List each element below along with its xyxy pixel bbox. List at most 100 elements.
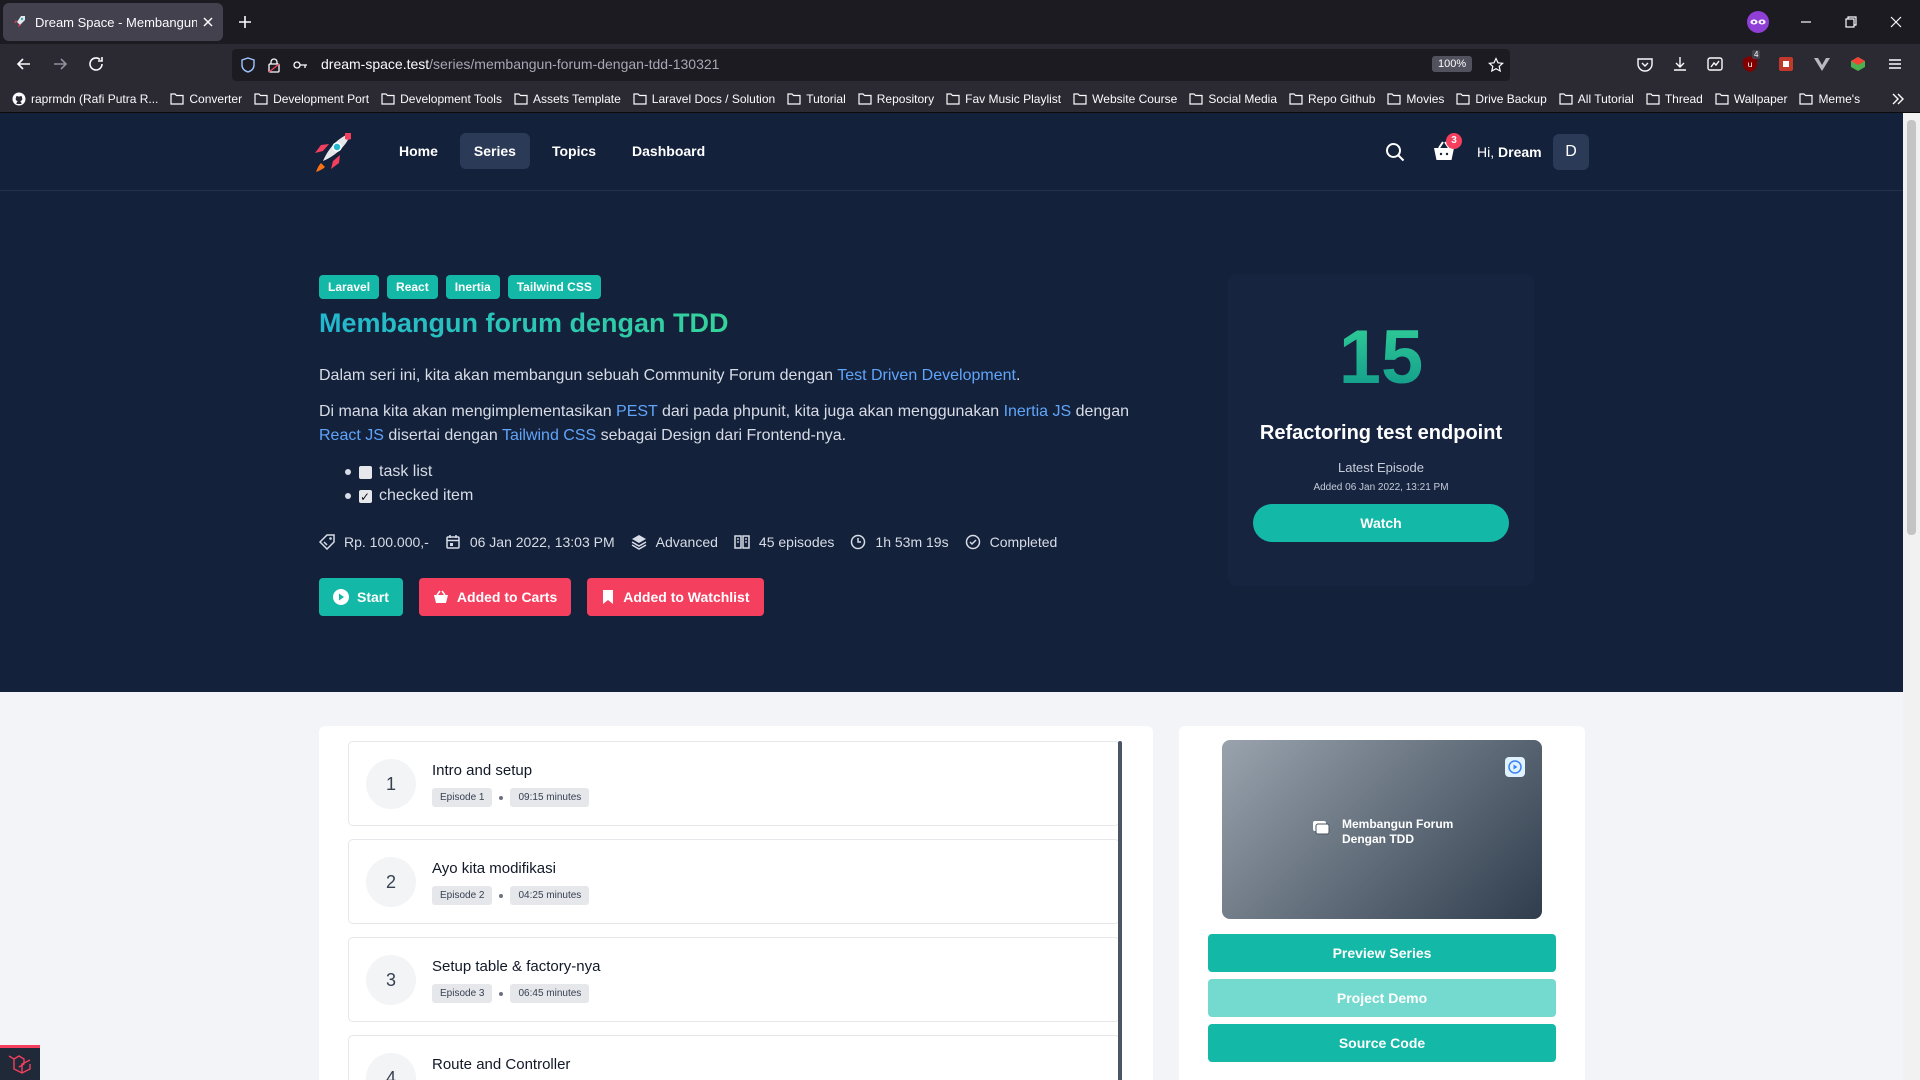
user-greeting[interactable]: Hi, Dream	[1477, 144, 1542, 160]
episode-list-card: 1 Intro and setup Episode 1 09:15 minutes…	[319, 726, 1153, 1080]
screenshot-extension-icon[interactable]	[1706, 55, 1724, 73]
series-title: Membangun forum dengan TDD	[319, 308, 729, 338]
preview-series-button[interactable]: Preview Series	[1208, 934, 1556, 972]
checkbox[interactable]	[359, 465, 372, 479]
bookmark-star-icon[interactable]	[1488, 57, 1504, 73]
search-icon[interactable]	[1384, 141, 1406, 163]
extension-red-icon[interactable]	[1777, 55, 1795, 73]
avatar[interactable]: D	[1553, 134, 1589, 170]
bookmark-folder[interactable]: Movies	[1387, 92, 1444, 106]
bookmark-folder[interactable]: Assets Template	[514, 92, 621, 106]
series-content: 1 Intro and setup Episode 1 09:15 minutes…	[0, 692, 1903, 1080]
episode-item[interactable]: 2 Ayo kita modifikasi Episode 2 04:25 min…	[348, 839, 1120, 924]
permissions-icon[interactable]	[292, 57, 308, 73]
bookmark-item[interactable]: raprmdn (Rafi Putra R...	[12, 92, 158, 106]
minimize-icon[interactable]	[1796, 12, 1816, 32]
episode-item[interactable]: 1 Intro and setup Episode 1 09:15 minutes	[348, 741, 1120, 826]
meta-status: Completed	[965, 534, 1057, 550]
react-devtools-icon[interactable]	[1849, 55, 1867, 73]
bookmark-folder[interactable]: Repository	[858, 92, 934, 106]
forward-icon[interactable]	[50, 54, 70, 74]
address-bar[interactable]: dream-space.test/series/membangun-forum-…	[232, 49, 1510, 81]
watch-button[interactable]: Watch	[1253, 504, 1509, 542]
nav-topics[interactable]: Topics	[538, 133, 610, 169]
bookmark-folder[interactable]: Repo Github	[1289, 92, 1375, 106]
bookmark-folder[interactable]: Converter	[170, 92, 242, 106]
vue-devtools-icon[interactable]	[1813, 55, 1831, 73]
added-to-carts-button[interactable]: Added to Carts	[418, 578, 572, 616]
bookmark-folder[interactable]: Fav Music Playlist	[946, 92, 1061, 106]
bookmark-folder[interactable]: Website Course	[1073, 92, 1177, 106]
link-inertia[interactable]: Inertia JS	[1004, 403, 1072, 420]
bookmark-folder[interactable]: All Tutorial	[1559, 92, 1634, 106]
bookmark-folder[interactable]: Social Media	[1189, 92, 1277, 106]
lock-icon[interactable]	[266, 57, 282, 73]
cart-count-badge: 3	[1446, 133, 1462, 149]
episode-title[interactable]: Setup table & factory-nya	[432, 958, 600, 975]
reload-icon[interactable]	[86, 54, 106, 74]
folder-icon	[946, 92, 960, 105]
bookmark-folder[interactable]: Development Tools	[381, 92, 502, 106]
episode-title[interactable]: Intro and setup	[432, 762, 532, 779]
basket-icon	[433, 590, 448, 603]
rocket-logo-icon[interactable]	[305, 127, 357, 179]
series-description: Dalam seri ini, kita akan membangun sebu…	[319, 364, 1159, 460]
tag-laravel[interactable]: Laravel	[319, 275, 380, 299]
play-video-icon[interactable]	[1504, 756, 1526, 778]
bookmark-folder[interactable]: Laravel Docs / Solution	[633, 92, 775, 106]
series-sidebar-card: Membangun Forum Dengan TDD Preview Serie…	[1179, 726, 1585, 1080]
source-code-button[interactable]: Source Code	[1208, 1024, 1556, 1062]
nav-dashboard[interactable]: Dashboard	[618, 133, 719, 169]
episode-number: 1	[366, 759, 416, 809]
download-icon[interactable]	[1671, 55, 1689, 73]
start-button[interactable]: Start	[319, 578, 403, 616]
bookmark-folder[interactable]: Development Port	[254, 92, 369, 106]
folder-icon	[170, 92, 184, 105]
new-tab-icon[interactable]	[236, 13, 254, 31]
tag-react[interactable]: React	[387, 275, 438, 299]
bookmark-folder[interactable]: Drive Backup	[1456, 92, 1547, 106]
laravel-debug-toggle[interactable]	[0, 1045, 40, 1080]
nav-home[interactable]: Home	[385, 133, 452, 169]
chat-icon	[1313, 821, 1330, 835]
nav-series[interactable]: Series	[459, 133, 530, 169]
series-thumbnail[interactable]: Membangun Forum Dengan TDD	[1222, 740, 1542, 919]
browser-nav-bar: dream-space.test/series/membangun-forum-…	[0, 44, 1920, 85]
zoom-level[interactable]: 100%	[1432, 56, 1473, 72]
episode-title[interactable]: Ayo kita modifikasi	[432, 860, 556, 877]
latest-episode-number: 15	[1228, 314, 1534, 401]
series-actions: Start Added to Carts Added to Watchlist	[319, 578, 764, 616]
checkbox-checked[interactable]	[359, 485, 372, 509]
episode-list-scrollbar[interactable]	[1118, 741, 1122, 1080]
close-tab-icon[interactable]	[201, 15, 215, 29]
tag-inertia[interactable]: Inertia	[445, 275, 500, 299]
bookmark-folder[interactable]: Wallpaper	[1715, 92, 1787, 106]
tag-tailwind[interactable]: Tailwind CSS	[507, 275, 601, 299]
episode-item[interactable]: 4 Route and Controller	[348, 1035, 1120, 1080]
page-scrollbar-thumb[interactable]	[1907, 120, 1916, 535]
bookmark-folder[interactable]: Tutorial	[787, 92, 846, 106]
bookmark-folder[interactable]: Thread	[1646, 92, 1703, 106]
episode-chip: Episode 3	[432, 984, 493, 1003]
menu-icon[interactable]	[1886, 55, 1904, 73]
latest-episode-label: Latest Episode	[1337, 460, 1424, 475]
episode-item[interactable]: 3 Setup table & factory-nya Episode 3 06:…	[348, 937, 1120, 1022]
browser-tab[interactable]: Dream Space - Membangun forum dengan TDD	[3, 3, 223, 41]
back-icon[interactable]	[14, 54, 34, 74]
bookmark-folder[interactable]: Meme's	[1799, 92, 1860, 106]
close-window-icon[interactable]	[1886, 12, 1906, 32]
separator-dot	[499, 991, 504, 996]
added-to-watchlist-button[interactable]: Added to Watchlist	[587, 578, 764, 616]
link-react[interactable]: React JS	[319, 427, 384, 444]
pocket-icon[interactable]	[1636, 55, 1654, 73]
more-bookmarks-icon[interactable]	[1890, 91, 1906, 107]
restore-icon[interactable]	[1841, 12, 1861, 32]
link-tdd[interactable]: Test Driven Development	[837, 367, 1016, 384]
project-demo-button[interactable]: Project Demo	[1208, 979, 1556, 1017]
episode-title[interactable]: Route and Controller	[432, 1056, 570, 1073]
link-tailwind[interactable]: Tailwind CSS	[502, 427, 596, 444]
thumbnail-title: Membangun Forum Dengan TDD	[1342, 817, 1454, 846]
shield-icon[interactable]	[240, 57, 256, 73]
meta-date: 06 Jan 2022, 13:03 PM	[445, 534, 615, 550]
link-pest[interactable]: PEST	[616, 403, 658, 420]
